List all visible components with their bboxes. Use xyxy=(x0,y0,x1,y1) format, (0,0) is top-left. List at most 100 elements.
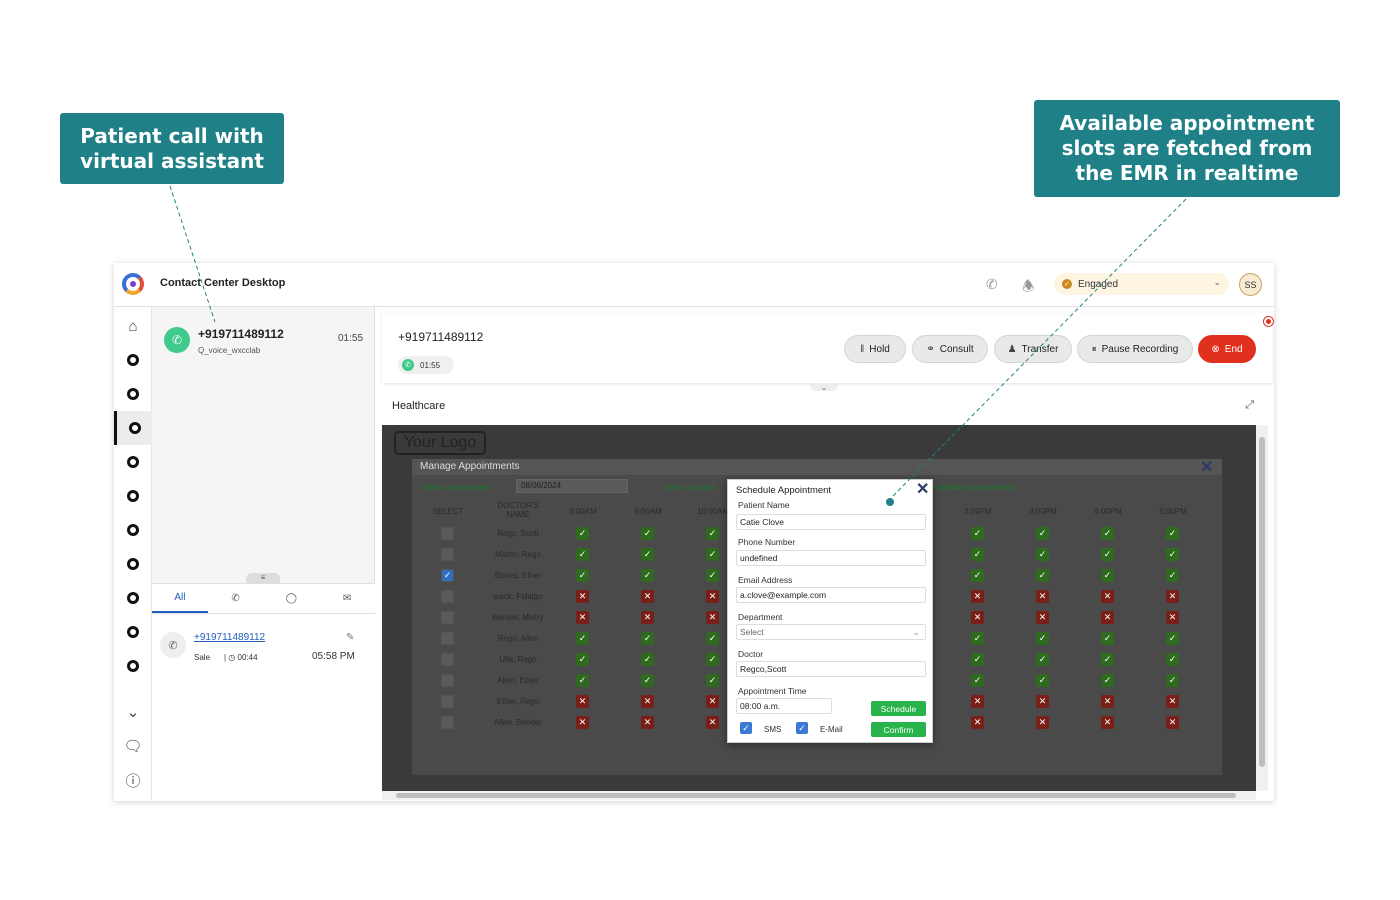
tab-chats[interactable]: ◯ xyxy=(264,584,320,613)
email-checkbox[interactable]: ✓ xyxy=(796,722,808,734)
email-input[interactable]: a.clove@example.com xyxy=(736,587,926,603)
department-select[interactable]: Select ⌄ xyxy=(736,624,926,640)
row-select-checkbox[interactable] xyxy=(441,590,454,603)
slot-available-icon[interactable]: ✓ xyxy=(706,548,719,561)
slot-unavailable-icon[interactable]: ✕ xyxy=(641,716,654,729)
bell-icon[interactable]: 🕭 xyxy=(1022,276,1035,300)
sms-checkbox[interactable]: ✓ xyxy=(740,722,752,734)
horizontal-scrollbar[interactable] xyxy=(382,791,1256,800)
slot-available-icon[interactable]: ✓ xyxy=(971,569,984,582)
slot-available-icon[interactable]: ✓ xyxy=(576,527,589,540)
slot-available-icon[interactable]: ✓ xyxy=(641,653,654,666)
slot-available-icon[interactable]: ✓ xyxy=(576,653,589,666)
slot-unavailable-icon[interactable]: ✕ xyxy=(1101,716,1114,729)
expand-icon[interactable]: ⤢ xyxy=(1245,399,1254,412)
slot-unavailable-icon[interactable]: ✕ xyxy=(1036,695,1049,708)
nav-item-6[interactable] xyxy=(114,515,152,545)
slot-unavailable-icon[interactable]: ✕ xyxy=(706,611,719,624)
close-icon[interactable]: ✕ xyxy=(1200,457,1213,477)
slot-available-icon[interactable]: ✓ xyxy=(1036,674,1049,687)
slot-available-icon[interactable]: ✓ xyxy=(641,527,654,540)
patient-name-input[interactable]: Catie Clove xyxy=(736,514,926,530)
tab-all[interactable]: All xyxy=(152,584,208,613)
slot-available-icon[interactable]: ✓ xyxy=(576,632,589,645)
pause-recording-button[interactable]: ⏸ Pause Recording xyxy=(1077,335,1193,363)
slot-unavailable-icon[interactable]: ✕ xyxy=(576,590,589,603)
nav-item-8[interactable] xyxy=(114,583,152,613)
transfer-button[interactable]: ♟ Transfer xyxy=(994,335,1072,363)
slot-available-icon[interactable]: ✓ xyxy=(576,569,589,582)
row-select-checkbox[interactable] xyxy=(441,527,454,540)
slot-available-icon[interactable]: ✓ xyxy=(1166,548,1179,561)
edit-icon[interactable]: ✎ xyxy=(346,632,354,643)
row-select-checkbox[interactable]: ✓ xyxy=(441,569,454,582)
consult-button[interactable]: ⚭ Consult xyxy=(912,335,988,363)
slot-available-icon[interactable]: ✓ xyxy=(706,569,719,582)
nav-item-5[interactable] xyxy=(114,481,152,511)
slot-unavailable-icon[interactable]: ✕ xyxy=(641,611,654,624)
nav-item-1[interactable] xyxy=(114,345,152,375)
slot-available-icon[interactable]: ✓ xyxy=(641,569,654,582)
nav-help[interactable]: ⓘ xyxy=(114,765,152,795)
tab-emails[interactable]: ✉ xyxy=(319,584,375,613)
slot-unavailable-icon[interactable]: ✕ xyxy=(1036,611,1049,624)
slot-available-icon[interactable]: ✓ xyxy=(1036,632,1049,645)
slot-unavailable-icon[interactable]: ✕ xyxy=(1036,716,1049,729)
nav-home[interactable]: ⌂ xyxy=(114,311,152,341)
slot-available-icon[interactable]: ✓ xyxy=(641,548,654,561)
slot-unavailable-icon[interactable]: ✕ xyxy=(641,695,654,708)
slot-available-icon[interactable]: ✓ xyxy=(1166,674,1179,687)
panel-resize-handle[interactable]: ≡ xyxy=(246,573,280,583)
slot-unavailable-icon[interactable]: ✕ xyxy=(706,716,719,729)
slot-unavailable-icon[interactable]: ✕ xyxy=(1036,590,1049,603)
end-button[interactable]: ⊗ End xyxy=(1198,335,1256,363)
row-select-checkbox[interactable] xyxy=(441,548,454,561)
nav-more[interactable]: ⌄ xyxy=(114,697,152,727)
slot-unavailable-icon[interactable]: ✕ xyxy=(1101,590,1114,603)
phone-icon[interactable]: ✆ xyxy=(986,276,998,293)
slot-available-icon[interactable]: ✓ xyxy=(641,674,654,687)
slot-unavailable-icon[interactable]: ✕ xyxy=(1166,590,1179,603)
nav-feedback[interactable]: 🗨 xyxy=(114,731,152,761)
slot-unavailable-icon[interactable]: ✕ xyxy=(706,590,719,603)
slot-available-icon[interactable]: ✓ xyxy=(1166,632,1179,645)
row-select-checkbox[interactable] xyxy=(441,611,454,624)
slot-available-icon[interactable]: ✓ xyxy=(971,653,984,666)
tab-calls[interactable]: ✆ xyxy=(208,584,264,613)
history-phone-link[interactable]: +919711489112 xyxy=(194,632,265,643)
row-select-checkbox[interactable] xyxy=(441,674,454,687)
nav-item-10[interactable] xyxy=(114,651,152,681)
slot-available-icon[interactable]: ✓ xyxy=(971,632,984,645)
hold-button[interactable]: ‖ Hold xyxy=(844,335,906,363)
slot-unavailable-icon[interactable]: ✕ xyxy=(1166,716,1179,729)
doctor-input[interactable]: Regco,Scott xyxy=(736,661,926,677)
slot-available-icon[interactable]: ✓ xyxy=(576,548,589,561)
slot-available-icon[interactable]: ✓ xyxy=(1166,569,1179,582)
slot-unavailable-icon[interactable]: ✕ xyxy=(971,695,984,708)
slot-available-icon[interactable]: ✓ xyxy=(1036,548,1049,561)
slot-available-icon[interactable]: ✓ xyxy=(1166,653,1179,666)
phone-number-input[interactable]: undefined xyxy=(736,550,926,566)
agent-status-select[interactable]: ✓ Engaged ⌄ xyxy=(1054,273,1229,295)
slot-unavailable-icon[interactable]: ✕ xyxy=(576,695,589,708)
slot-unavailable-icon[interactable]: ✕ xyxy=(1101,611,1114,624)
slot-unavailable-icon[interactable]: ✕ xyxy=(706,695,719,708)
slot-available-icon[interactable]: ✓ xyxy=(1036,653,1049,666)
nav-item-3-active[interactable] xyxy=(114,411,152,445)
nav-item-2[interactable] xyxy=(114,379,152,409)
slot-unavailable-icon[interactable]: ✕ xyxy=(971,590,984,603)
slot-unavailable-icon[interactable]: ✕ xyxy=(576,716,589,729)
slot-available-icon[interactable]: ✓ xyxy=(1166,527,1179,540)
slot-available-icon[interactable]: ✓ xyxy=(1101,527,1114,540)
close-icon[interactable]: ✕ xyxy=(916,479,929,499)
slot-available-icon[interactable]: ✓ xyxy=(1101,569,1114,582)
vertical-scrollbar[interactable] xyxy=(1256,425,1268,791)
slot-available-icon[interactable]: ✓ xyxy=(1101,632,1114,645)
row-select-checkbox[interactable] xyxy=(441,632,454,645)
slot-available-icon[interactable]: ✓ xyxy=(706,527,719,540)
slot-available-icon[interactable]: ✓ xyxy=(576,674,589,687)
history-entry[interactable]: ✆ +919711489112 Sale | ◷ 00:44 05:58 PM … xyxy=(152,620,375,670)
slot-available-icon[interactable]: ✓ xyxy=(971,548,984,561)
nav-item-9[interactable] xyxy=(114,617,152,647)
active-task-card[interactable]: ✆ +919711489112 Q_voice_wxcclab 01:55 xyxy=(152,307,375,367)
